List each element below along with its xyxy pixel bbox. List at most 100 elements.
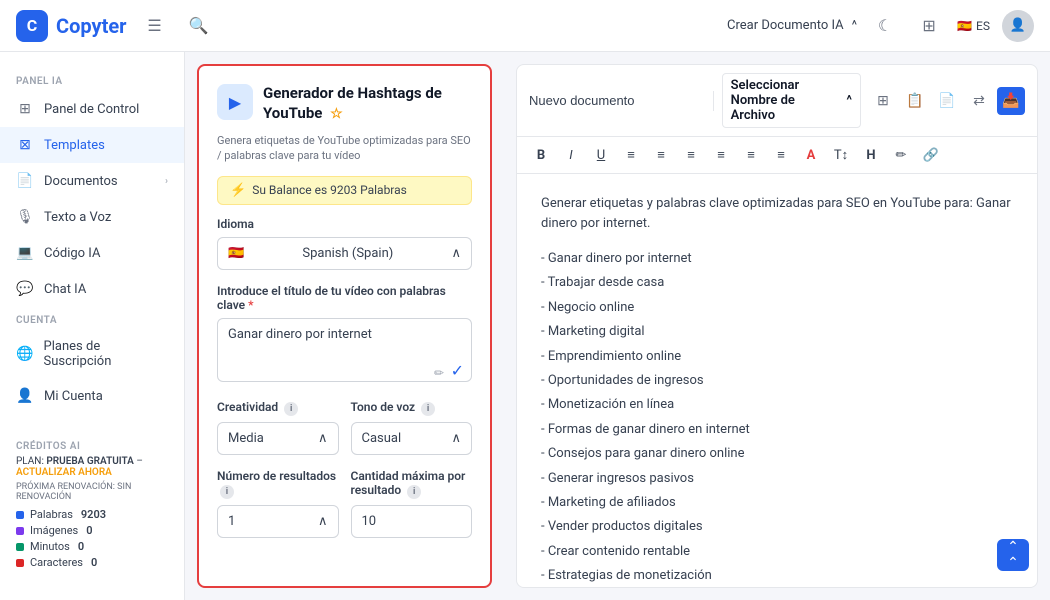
- sidebar-item-codigo-ia[interactable]: 💻 Código IA: [0, 235, 184, 271]
- sidebar-item-documentos[interactable]: 📄 Documentos ›: [0, 163, 184, 199]
- fmt-link[interactable]: 🔗: [919, 143, 943, 167]
- idioma-select[interactable]: 🇪🇸 Spanish (Spain) ∧: [217, 237, 472, 270]
- credit-minutos: Minutos 0: [16, 540, 168, 553]
- sidebar-item-templates[interactable]: ⊠ Templates: [0, 127, 184, 163]
- trial-label: PRUEBA GRATUITA: [46, 456, 134, 467]
- toolbar-icon-grid[interactable]: ⊞: [869, 87, 897, 115]
- doc-name-input[interactable]: [529, 93, 705, 108]
- num-info-icon[interactable]: i: [220, 485, 234, 499]
- list-item: - Ganar dinero por internet: [541, 247, 1013, 270]
- sidebar-item-label: Panel de Control: [44, 102, 139, 117]
- toolbar-icon-download[interactable]: 📥: [997, 87, 1025, 115]
- select-filename-button[interactable]: Seleccionar Nombre de Archivo ^: [722, 73, 861, 128]
- star-icon[interactable]: ☆: [330, 106, 343, 122]
- app-logo[interactable]: C Copyter: [16, 10, 126, 42]
- fmt-text-color[interactable]: A: [799, 143, 823, 167]
- list-item: - Estrategias de monetización: [541, 564, 1013, 587]
- sidebar-item-label: Planes de Suscripción: [44, 339, 168, 369]
- fmt-underline[interactable]: U: [589, 143, 613, 167]
- fmt-align-left[interactable]: ≡: [619, 143, 643, 167]
- list-item: - Crear contenido rentable: [541, 540, 1013, 563]
- creatividad-info-icon[interactable]: i: [284, 402, 298, 416]
- palabras-dot: [16, 511, 24, 519]
- lightning-icon: ⚡: [230, 183, 246, 198]
- sidebar-item-texto-a-voz[interactable]: 🎙 Texto a Voz: [0, 199, 184, 235]
- num-resultados-group: Número de resultados i 1 ∧: [217, 469, 339, 538]
- cantidad-info-icon[interactable]: i: [407, 485, 421, 499]
- chevron-up-icon: ∧: [318, 514, 328, 529]
- flag-icon: 🇪🇸: [957, 19, 972, 33]
- panel-subtitle: Genera etiquetas de YouTube optimizadas …: [217, 133, 472, 164]
- renewal-label: PRÓXIMA RENOVACIÓN: SIN RENOVACIÓN: [16, 482, 168, 502]
- required-star: *: [248, 298, 253, 312]
- toolbar-icon-copy[interactable]: 📋: [901, 87, 929, 115]
- chevron-up-icon: ∧: [451, 431, 461, 446]
- edit-icon[interactable]: ✏: [434, 366, 444, 380]
- lang-code: ES: [976, 19, 990, 33]
- fmt-align-center[interactable]: ≡: [649, 143, 673, 167]
- cantidad-value: 10: [362, 514, 377, 529]
- toolbar-divider: [713, 91, 714, 111]
- tono-info-icon[interactable]: i: [421, 402, 435, 416]
- fmt-heading[interactable]: H: [859, 143, 883, 167]
- upgrade-link[interactable]: ACTUALIZAR AHORA: [16, 467, 112, 478]
- chevron-up-icon: ∧: [318, 431, 328, 446]
- fmt-italic[interactable]: I: [559, 143, 583, 167]
- toolbar-icon-doc[interactable]: 📄: [933, 87, 961, 115]
- fmt-list-ul[interactable]: ≡: [769, 143, 793, 167]
- list-item: - Formas de ganar dinero en internet: [541, 418, 1013, 441]
- caracteres-dot: [16, 559, 24, 567]
- templates-icon: ⊠: [16, 136, 34, 154]
- list-item: - Oportunidades de ingresos: [541, 369, 1013, 392]
- list-item: - Vender productos digitales: [541, 515, 1013, 538]
- list-item: - Emprendimiento online: [541, 345, 1013, 368]
- main-layout: PANEL IA ⊞ Panel de Control ⊠ Templates …: [0, 52, 1050, 600]
- idioma-group: Idioma 🇪🇸 Spanish (Spain) ∧: [217, 217, 472, 270]
- minutos-dot: [16, 543, 24, 551]
- num-cantidad-row: Número de resultados i 1 ∧ Cantidad máxi…: [217, 469, 472, 538]
- video-title-label: Introduce el título de tu vídeo con pala…: [217, 284, 472, 312]
- tono-select[interactable]: Casual ∧: [351, 422, 473, 455]
- check-icon: ✓: [451, 361, 464, 380]
- imagenes-dot: [16, 527, 24, 535]
- code-icon: 💻: [16, 244, 34, 262]
- sidebar-item-label: Templates: [44, 138, 105, 153]
- panel-header-icon: ▶: [217, 84, 253, 120]
- sidebar-item-chat-ia[interactable]: 💬 Chat IA: [0, 271, 184, 307]
- fmt-align-right[interactable]: ≡: [679, 143, 703, 167]
- sidebar-credits: CRÉDITOS AI PLAN: PRUEBA GRATUITA – ACTU…: [0, 429, 184, 584]
- menu-icon[interactable]: ☰: [138, 10, 170, 42]
- credit-caracteres: Caracteres 0: [16, 556, 168, 569]
- fmt-align-justify[interactable]: ≡: [709, 143, 733, 167]
- sidebar: PANEL IA ⊞ Panel de Control ⊠ Templates …: [0, 52, 185, 600]
- scroll-to-top-button[interactable]: ⌃⌃: [997, 539, 1029, 571]
- fmt-list-ol[interactable]: ≡: [739, 143, 763, 167]
- list-item: - Consejos para ganar dinero online: [541, 442, 1013, 465]
- list-item: - Generar ingresos pasivos: [541, 467, 1013, 490]
- generator-panel: ▶ Generador de Hashtags de YouTube ☆ Gen…: [197, 64, 492, 588]
- num-resultados-label: Número de resultados i: [217, 469, 339, 499]
- user-avatar[interactable]: 👤: [1002, 10, 1034, 42]
- sidebar-item-mi-cuenta[interactable]: 👤 Mi Cuenta: [0, 378, 184, 414]
- cantidad-input[interactable]: 10: [351, 505, 473, 538]
- doc-content-list: - Ganar dinero por internet- Trabajar de…: [541, 247, 1013, 588]
- sidebar-section-panel-ia: PANEL IA: [0, 68, 184, 91]
- fmt-pen[interactable]: ✏: [889, 143, 913, 167]
- fmt-bold[interactable]: B: [529, 143, 553, 167]
- expand-icon[interactable]: ⊞: [913, 10, 945, 42]
- toolbar-icon-transfer[interactable]: ⇄: [965, 87, 993, 115]
- tono-value: Casual: [362, 431, 402, 446]
- search-icon[interactable]: 🔍: [182, 10, 214, 42]
- create-doc-button[interactable]: Crear Documento IA ^: [727, 18, 857, 33]
- fmt-font-size[interactable]: T↕: [829, 143, 853, 167]
- num-resultados-input[interactable]: 1 ∧: [217, 505, 339, 538]
- sidebar-item-planes-suscripcion[interactable]: 🌐 Planes de Suscripción: [0, 330, 184, 378]
- num-resultados-value: 1: [228, 514, 235, 529]
- dark-mode-icon[interactable]: ☾: [869, 10, 901, 42]
- creatividad-select[interactable]: Media ∧: [217, 422, 339, 455]
- language-selector[interactable]: 🇪🇸 ES: [957, 19, 990, 33]
- sidebar-item-label: Documentos: [44, 174, 118, 189]
- panel-header: ▶ Generador de Hashtags de YouTube ☆: [217, 84, 472, 123]
- idioma-value: Spanish (Spain): [302, 246, 393, 261]
- sidebar-item-panel-de-control[interactable]: ⊞ Panel de Control: [0, 91, 184, 127]
